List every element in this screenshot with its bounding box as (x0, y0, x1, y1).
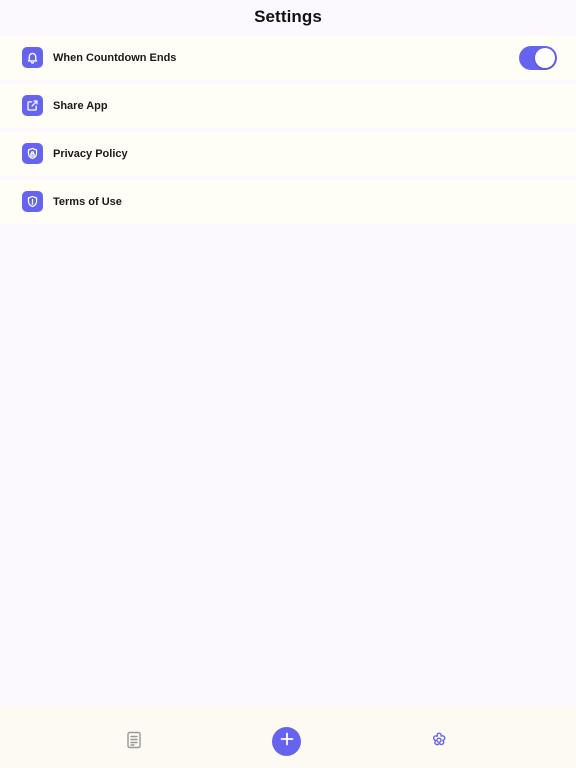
bell-icon (22, 47, 43, 68)
privacy-shield-icon (22, 143, 43, 164)
toggle-knob (535, 48, 555, 68)
document-list-icon (126, 731, 142, 754)
settings-row-label: Privacy Policy (53, 148, 128, 160)
settings-row-label: When Countdown Ends (53, 52, 177, 64)
share-icon (22, 95, 43, 116)
tab-countdown-list[interactable] (120, 728, 148, 756)
terms-shield-icon (22, 191, 43, 212)
settings-row-privacy-policy[interactable]: Privacy Policy (0, 132, 576, 176)
plus-icon (280, 732, 294, 751)
navigation-bar: Settings (0, 0, 576, 34)
settings-row-label: Share App (53, 100, 108, 112)
countdown-notification-toggle[interactable] (519, 46, 557, 70)
page-title: Settings (254, 7, 322, 26)
settings-row-label: Terms of Use (53, 196, 122, 208)
tab-bar (0, 707, 576, 768)
tab-settings[interactable] (425, 728, 453, 756)
add-countdown-button[interactable] (272, 727, 301, 756)
settings-row-share-app[interactable]: Share App (0, 84, 576, 128)
settings-list: When Countdown Ends Share App Privacy Po… (0, 36, 576, 228)
settings-row-countdown-notification[interactable]: When Countdown Ends (0, 36, 576, 80)
settings-row-terms-of-use[interactable]: Terms of Use (0, 180, 576, 224)
flower-gear-icon (430, 731, 448, 754)
